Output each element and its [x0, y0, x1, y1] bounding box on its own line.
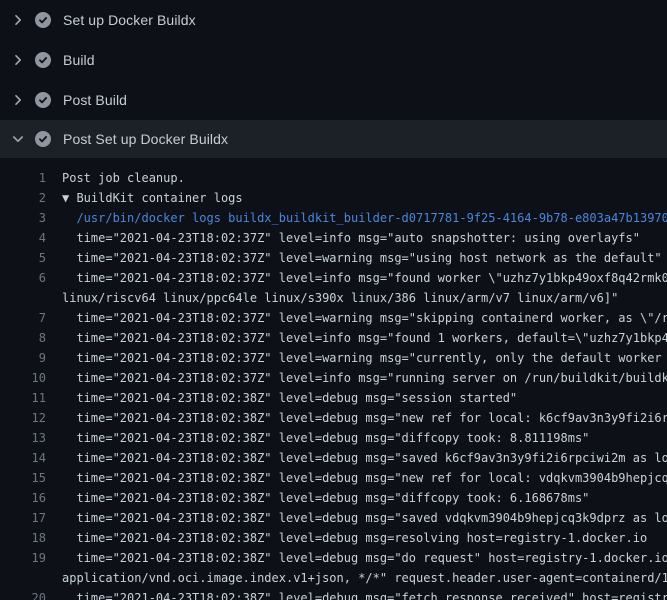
log-line-text: time="2021-04-23T18:02:38Z" level=debug …: [62, 408, 667, 428]
step-list: Set up Docker Buildx Build: [0, 0, 667, 158]
log-line-text: time="2021-04-23T18:02:37Z" level=info m…: [62, 228, 667, 248]
log-line-number[interactable]: 15: [0, 468, 46, 488]
log-line: 10 time="2021-04-23T18:02:37Z" level=inf…: [0, 368, 667, 388]
log-line-text: /usr/bin/docker logs buildx_buildkit_bui…: [62, 208, 667, 228]
log-line: 2 ▼ BuildKit container logs: [0, 188, 667, 208]
log-line: 17 time="2021-04-23T18:02:38Z" level=deb…: [0, 508, 667, 528]
log-line: linux/riscv64 linux/ppc64le linux/s390x …: [0, 288, 667, 308]
log-line: application/vnd.oci.image.index.v1+json,…: [0, 568, 667, 588]
log-line-number[interactable]: 2: [0, 188, 46, 208]
check-circle-icon: [35, 131, 51, 147]
log-line-number[interactable]: 11: [0, 388, 46, 408]
log-line-text: Post job cleanup.: [62, 168, 667, 188]
log-line-text: application/vnd.oci.image.index.v1+json,…: [62, 568, 667, 588]
check-circle-icon: [35, 52, 51, 68]
log-line-number[interactable]: 3: [0, 208, 46, 228]
step-title: Build: [63, 52, 95, 68]
log-line-text: time="2021-04-23T18:02:37Z" level=info m…: [62, 328, 667, 348]
log-line-text: linux/riscv64 linux/ppc64le linux/s390x …: [62, 288, 667, 308]
log-line-number[interactable]: 14: [0, 448, 46, 468]
log-line: 3 /usr/bin/docker logs buildx_buildkit_b…: [0, 208, 667, 228]
log-line: 15 time="2021-04-23T18:02:38Z" level=deb…: [0, 468, 667, 488]
log-line: 11 time="2021-04-23T18:02:38Z" level=deb…: [0, 388, 667, 408]
log-line-number[interactable]: 6: [0, 268, 46, 288]
chevron-down-icon: [10, 131, 26, 147]
log-line-number[interactable]: [0, 568, 46, 588]
log-line-number[interactable]: [0, 288, 46, 308]
log-line-number[interactable]: 10: [0, 368, 46, 388]
log-line: 1 Post job cleanup.: [0, 168, 667, 188]
log-line: 7 time="2021-04-23T18:02:37Z" level=warn…: [0, 308, 667, 328]
log-line-text[interactable]: ▼ BuildKit container logs: [62, 188, 667, 208]
log-line: 4 time="2021-04-23T18:02:37Z" level=info…: [0, 228, 667, 248]
step-header[interactable]: Build: [0, 40, 667, 80]
log-line-number[interactable]: 13: [0, 428, 46, 448]
log-line-number[interactable]: 16: [0, 488, 46, 508]
log-line: 18 time="2021-04-23T18:02:38Z" level=deb…: [0, 528, 667, 548]
log-line-text: time="2021-04-23T18:02:37Z" level=warnin…: [62, 348, 667, 368]
log-line-text: time="2021-04-23T18:02:38Z" level=debug …: [62, 488, 667, 508]
log-line-number[interactable]: 17: [0, 508, 46, 528]
step-title: Post Build: [63, 92, 127, 108]
log-line-number[interactable]: 1: [0, 168, 46, 188]
chevron-right-icon: [10, 92, 26, 108]
chevron-right-icon: [10, 52, 26, 68]
log-line-number[interactable]: 20: [0, 588, 46, 600]
log-line-number[interactable]: 19: [0, 548, 46, 568]
log-line: 6 time="2021-04-23T18:02:37Z" level=info…: [0, 268, 667, 288]
log-line: 9 time="2021-04-23T18:02:37Z" level=warn…: [0, 348, 667, 368]
log-line-number[interactable]: 7: [0, 308, 46, 328]
step-title: Set up Docker Buildx: [63, 12, 196, 28]
log-line-number[interactable]: 8: [0, 328, 46, 348]
chevron-right-icon: [10, 12, 26, 28]
log-line-text: time="2021-04-23T18:02:38Z" level=debug …: [62, 528, 667, 548]
log-line-text: time="2021-04-23T18:02:38Z" level=debug …: [62, 588, 667, 600]
log-line: 8 time="2021-04-23T18:02:37Z" level=info…: [0, 328, 667, 348]
step-title: Post Set up Docker Buildx: [63, 131, 228, 147]
log-line: 20 time="2021-04-23T18:02:38Z" level=deb…: [0, 588, 667, 600]
log-line-text: time="2021-04-23T18:02:38Z" level=debug …: [62, 448, 667, 468]
check-circle-icon: [35, 92, 51, 108]
step-header[interactable]: Post Set up Docker Buildx: [0, 120, 667, 158]
log-line-number[interactable]: 4: [0, 228, 46, 248]
log-line-text: time="2021-04-23T18:02:37Z" level=info m…: [62, 268, 667, 288]
log-line-text: time="2021-04-23T18:02:38Z" level=debug …: [62, 508, 667, 528]
log-line-number[interactable]: 5: [0, 248, 46, 268]
log-line-text: time="2021-04-23T18:02:38Z" level=debug …: [62, 468, 667, 488]
log-line: 14 time="2021-04-23T18:02:38Z" level=deb…: [0, 448, 667, 468]
log-line-text: time="2021-04-23T18:02:38Z" level=debug …: [62, 388, 667, 408]
check-circle-icon: [35, 12, 51, 28]
log-line: 19 time="2021-04-23T18:02:38Z" level=deb…: [0, 548, 667, 568]
step-header[interactable]: Set up Docker Buildx: [0, 0, 667, 40]
log-line-number[interactable]: 9: [0, 348, 46, 368]
log-line-text: time="2021-04-23T18:02:38Z" level=debug …: [62, 428, 667, 448]
log-line-text: time="2021-04-23T18:02:38Z" level=debug …: [62, 548, 667, 568]
log-line: 16 time="2021-04-23T18:02:38Z" level=deb…: [0, 488, 667, 508]
log-line: 12 time="2021-04-23T18:02:38Z" level=deb…: [0, 408, 667, 428]
log-line: 5 time="2021-04-23T18:02:37Z" level=warn…: [0, 248, 667, 268]
log-line-number[interactable]: 18: [0, 528, 46, 548]
log-line-text: time="2021-04-23T18:02:37Z" level=warnin…: [62, 248, 667, 268]
log-viewer: 1 Post job cleanup. 2 ▼ BuildKit contain…: [0, 160, 667, 600]
log-line-number[interactable]: 12: [0, 408, 46, 428]
log-line-text: time="2021-04-23T18:02:37Z" level=warnin…: [62, 308, 667, 328]
log-line: 13 time="2021-04-23T18:02:38Z" level=deb…: [0, 428, 667, 448]
log-line-text: time="2021-04-23T18:02:37Z" level=info m…: [62, 368, 667, 388]
step-header[interactable]: Post Build: [0, 80, 667, 120]
